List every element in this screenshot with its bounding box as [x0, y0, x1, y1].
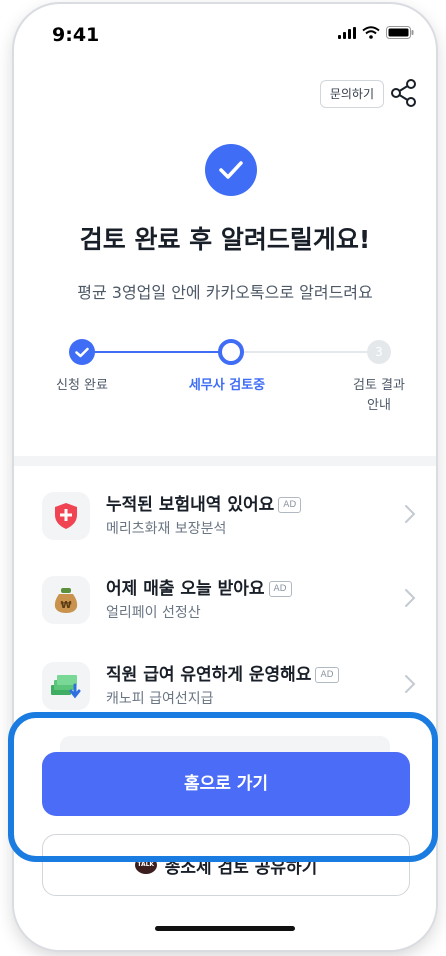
status-time: 9:41 — [52, 24, 100, 46]
ad-subtitle: 얼리페이 선정산 — [106, 605, 201, 621]
wifi-icon — [362, 26, 380, 39]
ad-title-text: 직원 급여 유연하게 운영해요 — [106, 665, 312, 685]
step-done-check-icon — [69, 339, 95, 365]
step-label-result: 검토 결과 안내 — [353, 378, 405, 413]
kakao-talk-icon: TALK — [134, 856, 157, 874]
ad-subtitle: 메리츠화재 보장분석 — [106, 521, 227, 537]
top-bar: 문의하기 — [14, 74, 436, 114]
status-bar: 9:41 — [14, 4, 436, 64]
shield-plus-icon — [42, 492, 90, 540]
page-subtitle: 평균 3영업일 안에 카카오톡으로 알려드려요 — [77, 283, 373, 302]
status-icons — [338, 26, 414, 39]
step-current-dot — [218, 339, 244, 365]
kakao-share-label: 종소세 검토 공유하기 — [164, 857, 318, 878]
home-indicator — [155, 926, 295, 931]
progress-stepper: 3 신청 완료 세무사 검토중 검토 결과 안내 — [14, 334, 436, 434]
ad-title: 누적된 보험내역 있어요 AD — [106, 490, 302, 515]
ad-item-insurance[interactable]: 누적된 보험내역 있어요 AD 메리츠화재 보장분석 — [14, 482, 436, 552]
chevron-right-icon — [405, 589, 416, 607]
share-icon[interactable] — [390, 78, 418, 108]
stepper-line-pending — [231, 351, 381, 353]
step-pending-number: 3 — [367, 340, 391, 364]
phone-screen: 9:41 문의하기 검토 완료 후 알려드릴게요! 평균 3영업일 안에 카카오… — [14, 4, 436, 950]
section-divider — [14, 456, 436, 466]
kakao-share-button[interactable]: TALK 종소세 검토 공유하기 — [42, 834, 410, 896]
inquiry-button[interactable]: 문의하기 — [319, 80, 384, 108]
stepper-line-completed — [81, 351, 231, 353]
money-bag-icon: ₩ — [42, 576, 90, 624]
ad-badge: AD — [268, 581, 292, 597]
ad-item-canopy[interactable]: 직원 급여 유연하게 운영해요 AD 캐노피 급여선지급 — [14, 652, 436, 722]
ad-title: 어제 매출 오늘 받아요 AD — [106, 574, 292, 599]
ad-title: 직원 급여 유연하게 운영해요 AD — [106, 660, 339, 685]
chevron-right-icon — [405, 675, 416, 693]
ad-badge: AD — [278, 497, 302, 513]
go-home-button[interactable]: 홈으로 가기 — [42, 752, 410, 816]
success-check-icon — [205, 144, 257, 196]
ad-item-earlypay[interactable]: ₩ 어제 매출 오늘 받아요 AD 얼리페이 선정산 — [14, 566, 436, 636]
signal-icon — [338, 26, 356, 39]
ad-title-text: 누적된 보험내역 있어요 — [106, 495, 275, 515]
cash-stack-icon — [42, 662, 90, 710]
ad-title-text: 어제 매출 오늘 받아요 — [106, 579, 265, 599]
svg-text:₩: ₩ — [60, 600, 71, 611]
page-title: 검토 완료 후 알려드릴게요! — [79, 225, 371, 254]
step-label-reviewing: 세무사 검토중 — [188, 378, 266, 393]
chevron-right-icon — [405, 505, 416, 523]
ad-badge: AD — [315, 667, 339, 683]
battery-icon — [386, 26, 414, 39]
step-label-applied: 신청 완료 — [56, 378, 108, 393]
ad-subtitle: 캐노피 급여선지급 — [106, 691, 214, 707]
